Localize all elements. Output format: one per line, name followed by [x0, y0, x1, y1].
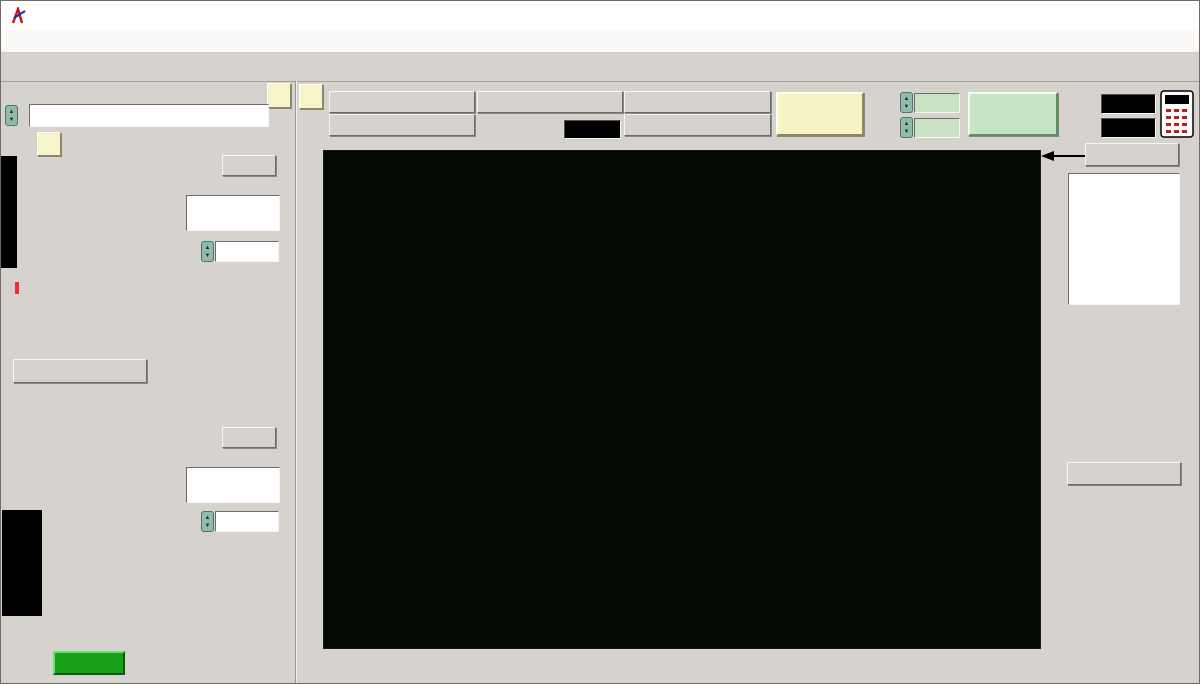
invert-channel-strip — [2, 510, 42, 616]
cyls-spinner[interactable]: ▲ ▼ — [900, 92, 913, 113]
dual-a-rectime-field[interactable] — [215, 241, 279, 262]
degms-display — [1101, 118, 1156, 138]
range-channel-strip — [1, 156, 17, 268]
offset-field[interactable] — [914, 118, 960, 138]
sample-rate-help-button[interactable] — [267, 83, 291, 108]
range-notes — [15, 269, 131, 295]
title-bar — [1, 1, 1199, 32]
panel-divider-hl — [296, 81, 297, 683]
buffer-status — [53, 651, 125, 675]
app-logo-icon — [10, 5, 28, 25]
menu-bar — [1, 31, 1199, 53]
show-timebase-button[interactable] — [13, 359, 147, 383]
cyls-field[interactable] — [914, 93, 960, 113]
tab-strip — [1, 53, 1199, 82]
range-help-button[interactable] — [37, 132, 61, 156]
dual-b-note — [141, 535, 283, 548]
process-data-button[interactable] — [1067, 462, 1181, 485]
range-note-ch-chip — [15, 282, 19, 294]
plot-a-data-button[interactable] — [329, 91, 475, 113]
sample-rate-spinner[interactable]: ▲ ▼ — [5, 105, 18, 126]
dual-b-rectime-field[interactable] — [215, 511, 279, 532]
save-deep-rec-button[interactable] — [624, 91, 771, 113]
load-deep-rec-button[interactable] — [624, 114, 771, 136]
dual-b-coupling-button — [222, 427, 276, 448]
dual-b-update-mode-list — [186, 467, 280, 503]
max-rec-time-display — [564, 120, 621, 139]
plot-b-data-button[interactable] — [329, 114, 475, 136]
dual-a-update-mode-list — [186, 195, 280, 231]
scope-plot-area[interactable] — [323, 150, 1041, 649]
mark-cylinders-button[interactable] — [968, 92, 1058, 136]
start-deep-record-button[interactable] — [477, 91, 623, 113]
graph-tool-list — [1068, 173, 1180, 305]
plot-help-button[interactable] — [299, 84, 323, 109]
escope-window: ▲ ▼ ▲ ▼ ▲ ▼ ▲ ▼ ▲ ▼ — [0, 0, 1200, 684]
cursor-pointer-arrow-icon — [1041, 149, 1085, 161]
calculator-icon[interactable] — [1160, 90, 1194, 138]
sample-rate-select[interactable] — [29, 104, 269, 127]
dual-a-rectime-spinner[interactable]: ▲ ▼ — [201, 241, 214, 262]
dual-a-coupling-button — [222, 155, 276, 176]
offset-spinner[interactable]: ▲ ▼ — [900, 117, 913, 138]
mark-cam-shaft-button[interactable] — [776, 92, 864, 136]
get-cursors-button[interactable] — [1085, 143, 1179, 166]
rpm-display — [1101, 94, 1156, 114]
dual-b-rectime-spinner[interactable]: ▲ ▼ — [201, 511, 214, 532]
